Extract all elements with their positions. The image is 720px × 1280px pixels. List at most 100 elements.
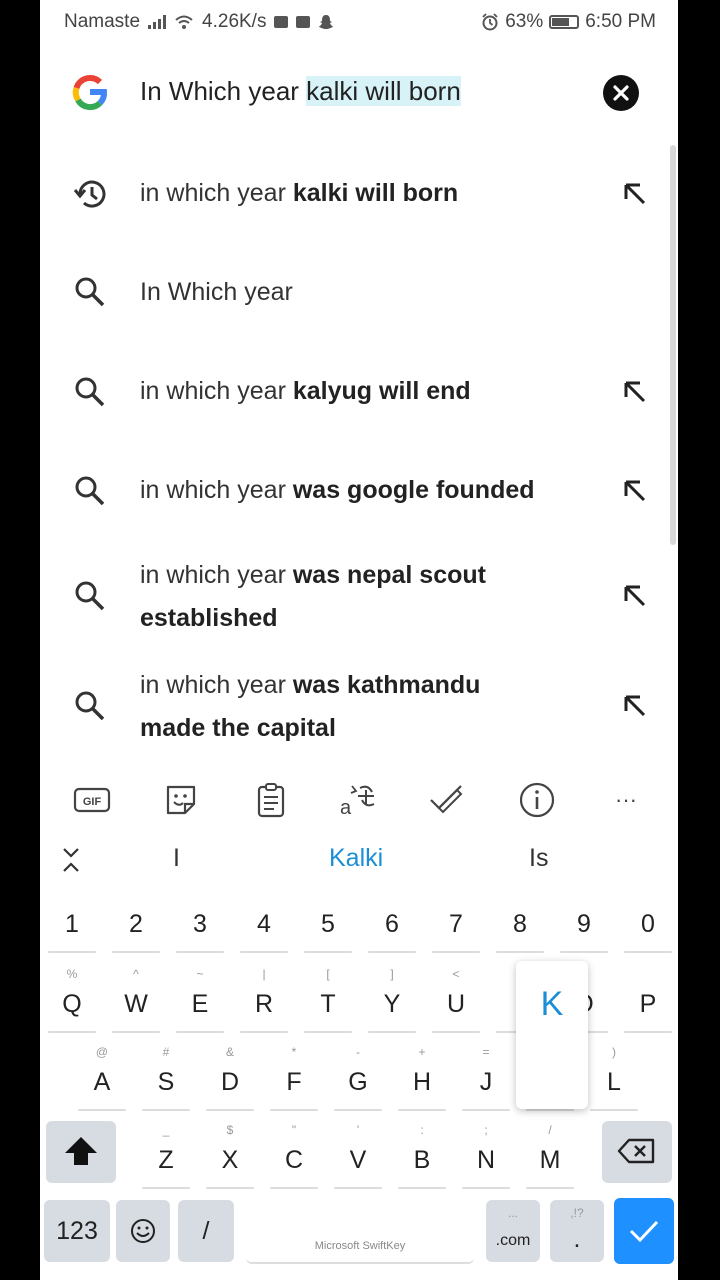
check-icon [629,1220,659,1243]
search-icon [75,476,105,506]
key-p[interactable]: P [618,975,678,1035]
clock: 6:50 PM [585,11,656,32]
key-1[interactable]: 1 [42,895,102,955]
key-w[interactable]: ^ W [106,967,166,1035]
key-v[interactable]: ' V [328,1123,388,1191]
enter-key[interactable] [614,1198,674,1264]
numbers-mode-key[interactable]: 123 [44,1200,110,1262]
key-7[interactable]: 7 [426,895,486,955]
key-8[interactable]: 8 [490,895,550,955]
key-t[interactable]: [T [298,967,358,1035]
suggestion-text: in which year [140,476,293,504]
key-5[interactable]: 5 [298,895,358,955]
info-icon [519,782,555,818]
search-icon [75,377,105,407]
fill-query-arrow-icon[interactable] [620,581,650,611]
gif-label: GIF [83,796,102,808]
key-q[interactable]: % Q [42,967,102,1035]
shift-key[interactable] [46,1121,116,1183]
battery-icon [549,15,580,29]
sticker-button[interactable] [161,780,201,820]
gif-button[interactable]: GIF [72,780,112,820]
key-4[interactable]: 4 [234,895,294,955]
suggestion-item[interactable]: in which year was kathmandu made the capi… [40,658,678,758]
key-d[interactable]: & D [200,1045,260,1113]
search-icon [75,277,105,307]
key-u[interactable]: < U [426,967,486,1035]
suggestion-text: in which year [140,377,293,405]
key-6[interactable]: 6 [362,895,422,955]
key-z[interactable]: _ Z [136,1123,196,1191]
suggestion-item[interactable]: in which year kalki will born [40,145,678,243]
carrier-name: Namaste [64,11,141,32]
suggestion-text: in which year [140,179,293,207]
history-icon [73,180,106,208]
key-9[interactable]: 9 [554,895,614,955]
fill-query-arrow-icon[interactable] [620,691,650,721]
suggestion-item[interactable]: In Which year [40,243,678,343]
emoji-icon [131,1219,155,1243]
search-icon [75,691,105,721]
space-bar-label: Microsoft SwiftKey [314,1240,406,1252]
key-b[interactable]: :B [392,1123,452,1191]
key-e[interactable]: ~ E [170,967,230,1035]
key-h[interactable]: + H [392,1045,452,1113]
space-bar[interactable]: Microsoft SwiftKey [246,1200,474,1264]
clipboard-button[interactable] [251,780,291,820]
suggestion-item[interactable]: in which year was google founded [40,441,678,541]
key-0[interactable]: 0 [618,895,678,955]
emoji-key[interactable] [116,1200,170,1262]
key-x[interactable]: $ X [200,1123,260,1191]
key-f[interactable]: * F [264,1045,324,1113]
translate-button[interactable]: a [338,780,378,820]
keyboard-toolbar: GIF a ··· [40,770,678,830]
key-a[interactable]: @ A [72,1045,132,1113]
suggestion-item[interactable]: in which year was nepal scout established [40,548,678,648]
key-y[interactable]: ] Y [362,967,422,1035]
prediction-right[interactable]: Is [529,844,548,873]
message-icon [274,16,289,28]
suggestion-bold: was nepal scout [292,561,486,589]
key-3[interactable]: 3 [170,895,230,955]
key-g[interactable]: -G [328,1045,388,1113]
dotcom-key[interactable]: ... .com [486,1200,540,1262]
backspace-icon [617,1138,655,1164]
svg-text:a: a [340,797,352,818]
clear-search-button[interactable] [603,75,639,111]
suggestion-item[interactable]: in which year kalyug will end [40,343,678,441]
key-s[interactable]: # S [136,1045,196,1113]
backspace-key[interactable] [602,1121,672,1183]
fill-query-arrow-icon[interactable] [620,377,650,407]
search-bar[interactable]: In Which year kalki will born [40,54,678,134]
key-2[interactable]: 2 [106,895,166,955]
prediction-left[interactable]: I [173,844,180,873]
prediction-center[interactable]: Kalki [329,844,383,873]
key-c[interactable]: " C [264,1123,324,1191]
suggestion-bold: was google founded [292,476,535,504]
suggestion-text: In Which year [140,278,293,306]
key-press-popup: K [516,961,588,1109]
edit-button[interactable] [427,780,467,820]
key-n[interactable]: ; N [456,1123,516,1191]
query-highlight: kalki will born [306,76,461,106]
key-l[interactable]: ) L [584,1045,644,1113]
key-j[interactable]: = J [456,1045,516,1113]
info-button[interactable] [517,780,557,820]
fill-query-arrow-icon[interactable] [620,476,650,506]
suggestion-bold: kalyug will end [292,377,471,405]
pen-check-icon [430,785,463,814]
search-icon [75,581,105,611]
slash-key[interactable]: / [178,1200,234,1262]
snapchat-icon [319,15,334,29]
collapse-expand-icon[interactable] [60,846,82,874]
fill-query-arrow-icon[interactable] [620,179,650,209]
key-r[interactable]: | R [234,967,294,1035]
suggestion-bold-line2: established [140,604,278,632]
period-key[interactable]: ,!?. [550,1200,604,1262]
shift-arrow-icon [65,1137,97,1165]
key-m[interactable]: / M [520,1123,580,1191]
notification-icon [296,16,311,28]
suggestion-bold-line2: made the capital [140,714,336,742]
search-input[interactable]: In Which year kalki will born [140,76,461,107]
more-button[interactable]: ··· [606,780,646,820]
